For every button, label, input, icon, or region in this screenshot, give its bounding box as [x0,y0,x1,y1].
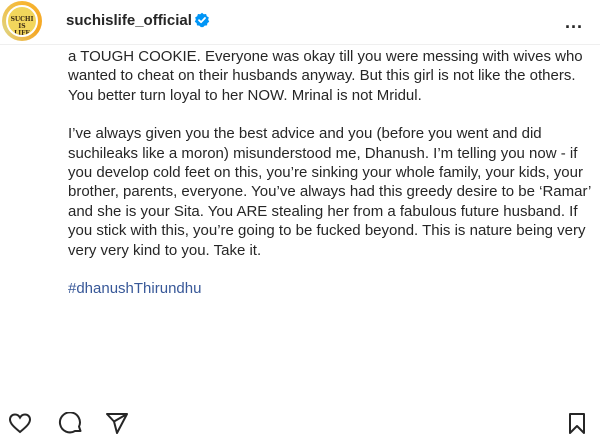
header-divider [0,44,600,45]
post-header: SUCHI IS LIFE suchislife_official ... [0,0,600,44]
post-caption: a TOUGH COOKIE. Everyone was okay till y… [68,47,598,399]
caption-paragraph: I’ve always given you the best advice an… [68,125,591,259]
verified-badge-icon [194,12,210,28]
avatar-logo-text: SUCHI IS LIFE [10,16,34,37]
caption-paragraph: a TOUGH COOKIE. Everyone was okay till y… [68,48,583,104]
avatar[interactable]: SUCHI IS LIFE [2,1,42,41]
heart-icon[interactable] [8,412,32,434]
save-icon[interactable] [566,412,588,434]
action-bar [0,412,600,434]
comment-icon[interactable] [58,412,84,434]
username-link[interactable]: suchislife_official [66,12,192,29]
more-options-button[interactable]: ... [565,12,583,33]
hashtag-link[interactable]: #dhanushThirundhu [68,279,598,298]
avatar-logo: SUCHI IS LIFE [6,5,38,37]
share-icon[interactable] [104,412,130,434]
